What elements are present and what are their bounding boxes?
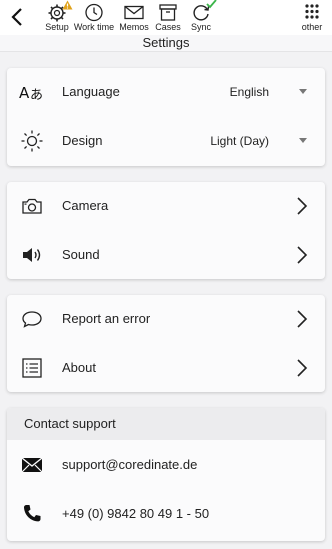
page-title: Settings [0, 35, 332, 52]
camera-label: Camera [62, 198, 109, 213]
chevron-right-icon [297, 197, 308, 215]
report-error-label: Report an error [62, 311, 151, 326]
language-row[interactable]: A あ Language English [7, 68, 325, 116]
design-value: Light (Day) [210, 134, 269, 148]
check-icon [206, 0, 217, 9]
warning-icon [62, 0, 73, 10]
design-row[interactable]: Design Light (Day) [7, 117, 325, 165]
chevron-left-icon [11, 8, 22, 26]
design-label: Design [62, 133, 103, 148]
toolbar-work-time-label: Work time [73, 22, 115, 32]
about-label: About [62, 360, 96, 375]
info-card: Report an error About [7, 295, 325, 392]
chevron-right-icon [297, 310, 308, 328]
list-icon [22, 358, 42, 378]
back-button[interactable] [8, 6, 26, 28]
clock-icon [85, 3, 103, 22]
phone-icon [23, 505, 41, 522]
svg-text:A: A [19, 84, 30, 102]
language-value: English [229, 85, 269, 99]
toolbar-setup[interactable]: Setup [37, 0, 77, 34]
appearance-card: A あ Language English Design Light (Day) [7, 68, 325, 166]
language-icon: A あ [19, 84, 43, 103]
support-heading: Contact support [7, 408, 325, 440]
support-email-row[interactable]: support@coredinate.de [7, 441, 325, 489]
chevron-right-icon [297, 246, 308, 264]
support-phone: +49 (0) 9842 80 49 1 - 50 [62, 506, 210, 521]
toolbar-other-label: other [301, 22, 323, 32]
speaker-icon [23, 248, 41, 262]
toolbar-work-time[interactable]: Work time [74, 2, 114, 34]
support-email: support@coredinate.de [62, 457, 198, 472]
envelope-icon [21, 457, 43, 473]
toolbar-other[interactable]: other [292, 2, 332, 34]
support-card: Contact support support@coredinate.de +4… [7, 408, 325, 541]
archive-box-icon [159, 4, 177, 21]
toolbar-setup-label: Setup [45, 22, 69, 32]
dropdown-caret-icon [299, 89, 307, 94]
support-phone-row[interactable]: +49 (0) 9842 80 49 1 - 50 [7, 490, 325, 538]
toolbar-cases-label: Cases [155, 22, 181, 32]
camera-icon [22, 198, 42, 214]
speech-bubble-icon [22, 311, 42, 328]
dropdown-caret-icon [299, 138, 307, 143]
report-error-row[interactable]: Report an error [7, 295, 325, 343]
toolbar-sync[interactable]: Sync [181, 0, 221, 34]
media-card: Camera Sound [7, 182, 325, 279]
sound-label: Sound [62, 247, 100, 262]
envelope-icon [124, 5, 144, 20]
chevron-right-icon [297, 359, 308, 377]
sound-row[interactable]: Sound [7, 231, 325, 279]
about-row[interactable]: About [7, 344, 325, 392]
toolbar-memos-label: Memos [119, 22, 149, 32]
grid-dots-icon [305, 4, 319, 19]
svg-text:あ: あ [30, 88, 43, 103]
top-toolbar: Setup Work time Memos Cases Sync other [0, 0, 332, 35]
sun-icon [21, 130, 43, 152]
camera-row[interactable]: Camera [7, 182, 325, 230]
toolbar-sync-label: Sync [190, 22, 211, 32]
language-label: Language [62, 84, 120, 99]
